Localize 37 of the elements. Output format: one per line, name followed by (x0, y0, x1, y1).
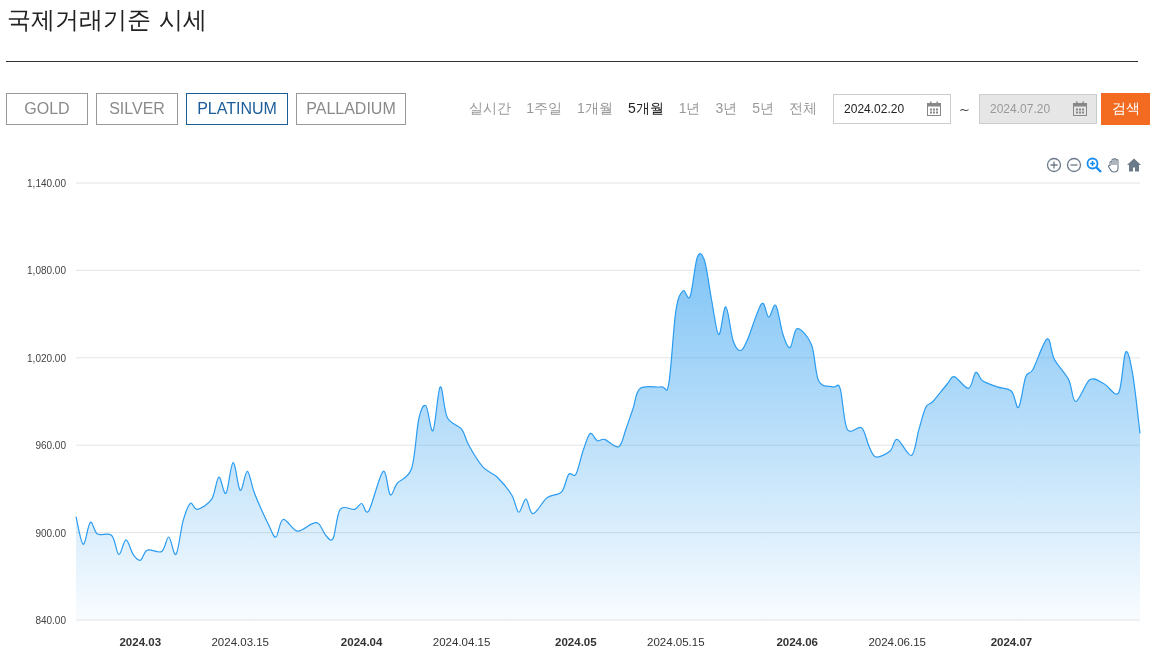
period-link[interactable]: 1주일 (526, 100, 563, 118)
x-axis-label: 2024.07 (990, 636, 1033, 648)
x-axis-label: 2024.04.15 (432, 636, 491, 648)
range-separator: ~ (959, 101, 970, 117)
x-axis-label: 2024.06 (776, 636, 818, 648)
x-axis-label: 2024.05 (555, 636, 597, 648)
y-axis-label: 1,080.00 (27, 265, 66, 277)
y-axis-label: 960.00 (35, 440, 66, 452)
period-link[interactable]: 전체 (789, 100, 818, 118)
calendar-icon[interactable] (926, 101, 943, 117)
x-axis-label: 2024.05.15 (647, 636, 705, 648)
magnifier-plus-icon[interactable] (1086, 157, 1102, 173)
y-axis-label: 1,140.00 (27, 178, 66, 189)
metal-tab[interactable]: SILVER (96, 93, 178, 125)
period-link[interactable]: 1년 (678, 100, 701, 118)
x-axis-label: 2024.06.15 (868, 636, 926, 648)
x-axis-label: 2024.03 (119, 636, 162, 648)
metal-tab[interactable]: GOLD (6, 93, 88, 125)
zoom-out-icon[interactable] (1066, 157, 1082, 173)
metal-tab[interactable]: PLATINUM (186, 93, 288, 125)
period-link[interactable]: 실시간 (469, 100, 512, 118)
period-link[interactable]: 1개월 (577, 100, 613, 118)
home-icon[interactable] (1126, 157, 1142, 173)
x-axis-label: 2024.03.15 (211, 636, 269, 648)
x-axis-label: 2024.04 (340, 636, 383, 648)
search-button[interactable]: 검색 (1101, 93, 1150, 125)
page-title: 국제거래기준 시세 (6, 5, 208, 36)
y-axis-label: 840.00 (35, 615, 66, 626)
period-link[interactable]: 5개월 (627, 100, 664, 118)
zoom-in-icon[interactable] (1046, 157, 1062, 173)
start-date-field[interactable]: 2024.02.20 (833, 94, 952, 124)
period-link[interactable]: 3년 (715, 100, 738, 118)
period-link[interactable]: 5년 (752, 100, 775, 118)
y-axis-label: 1,020.00 (27, 352, 66, 364)
hand-icon[interactable] (1106, 157, 1122, 173)
metal-tab[interactable]: PALLADIUM (296, 93, 406, 125)
y-axis-label: 900.00 (35, 527, 66, 539)
